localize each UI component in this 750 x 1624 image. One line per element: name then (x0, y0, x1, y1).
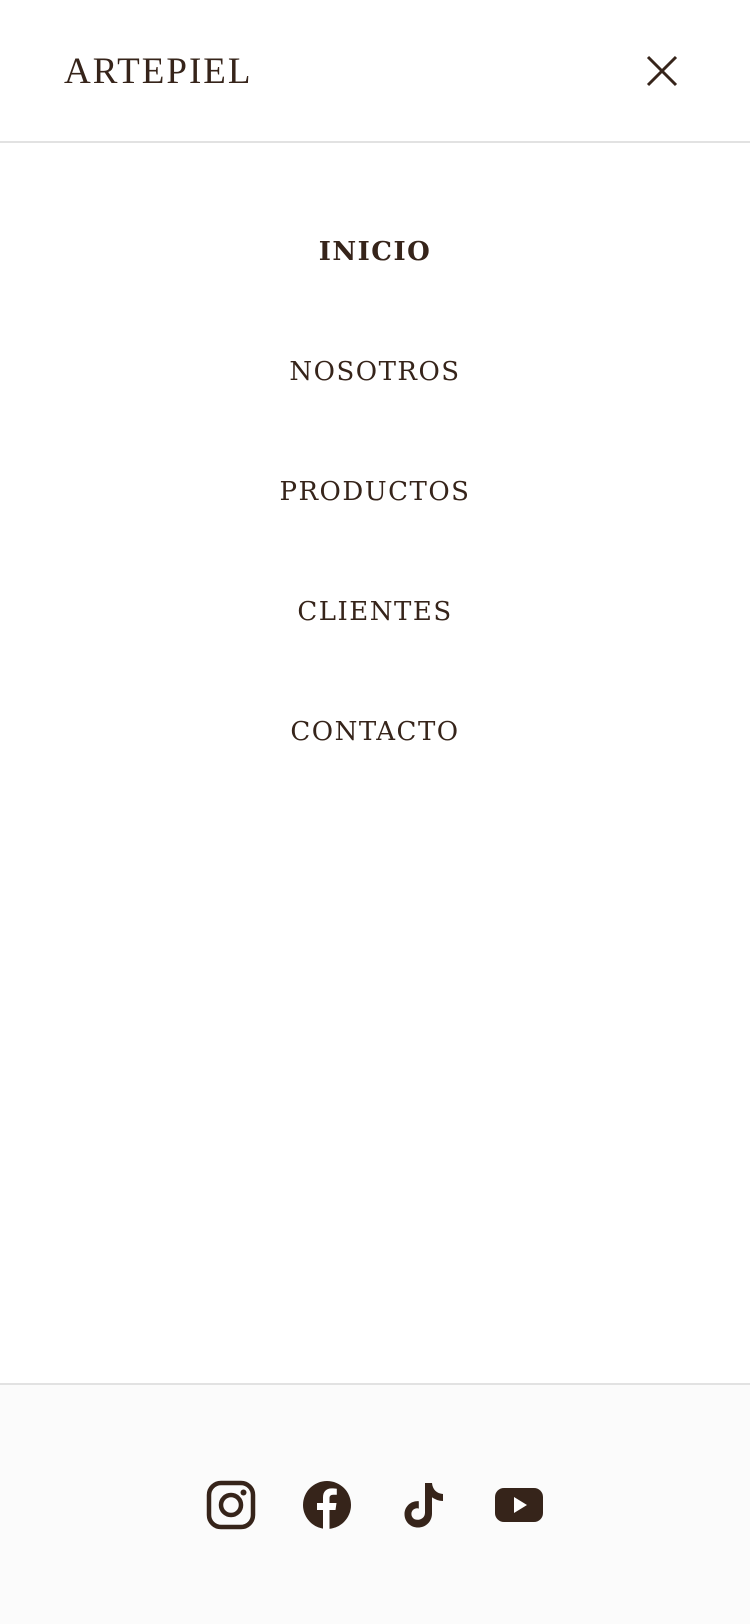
instagram-link[interactable] (206, 1480, 256, 1530)
nav-item-inicio[interactable]: INICIO (0, 192, 750, 312)
instagram-icon (206, 1480, 256, 1530)
nav-item-productos[interactable]: PRODUCTOS (0, 432, 750, 552)
tiktok-icon (404, 1483, 443, 1528)
nav-item-label: PRODUCTOS (279, 477, 471, 507)
tiktok-link[interactable] (398, 1480, 448, 1530)
facebook-icon (303, 1481, 351, 1529)
menu-footer (0, 1383, 750, 1624)
nav-item-label: INICIO (318, 237, 432, 267)
nav-item-label: CONTACTO (290, 717, 460, 747)
facebook-link[interactable] (302, 1480, 352, 1530)
nav-item-nosotros[interactable]: NOSOTROS (0, 312, 750, 432)
nav-item-label: NOSOTROS (289, 357, 461, 387)
social-links (0, 1480, 750, 1530)
main-nav-menu: INICIO NOSOTROS PRODUCTOS CLIENTES CONTA… (0, 192, 750, 792)
header: ARTEPIEL (0, 0, 750, 143)
close-icon (646, 55, 678, 87)
nav-item-clientes[interactable]: CLIENTES (0, 552, 750, 672)
logo[interactable]: ARTEPIEL (64, 50, 252, 94)
youtube-icon (495, 1488, 543, 1522)
nav-item-label: CLIENTES (297, 597, 453, 627)
nav-item-contacto[interactable]: CONTACTO (0, 672, 750, 792)
close-menu-button[interactable] (640, 52, 684, 92)
youtube-link[interactable] (494, 1480, 544, 1530)
